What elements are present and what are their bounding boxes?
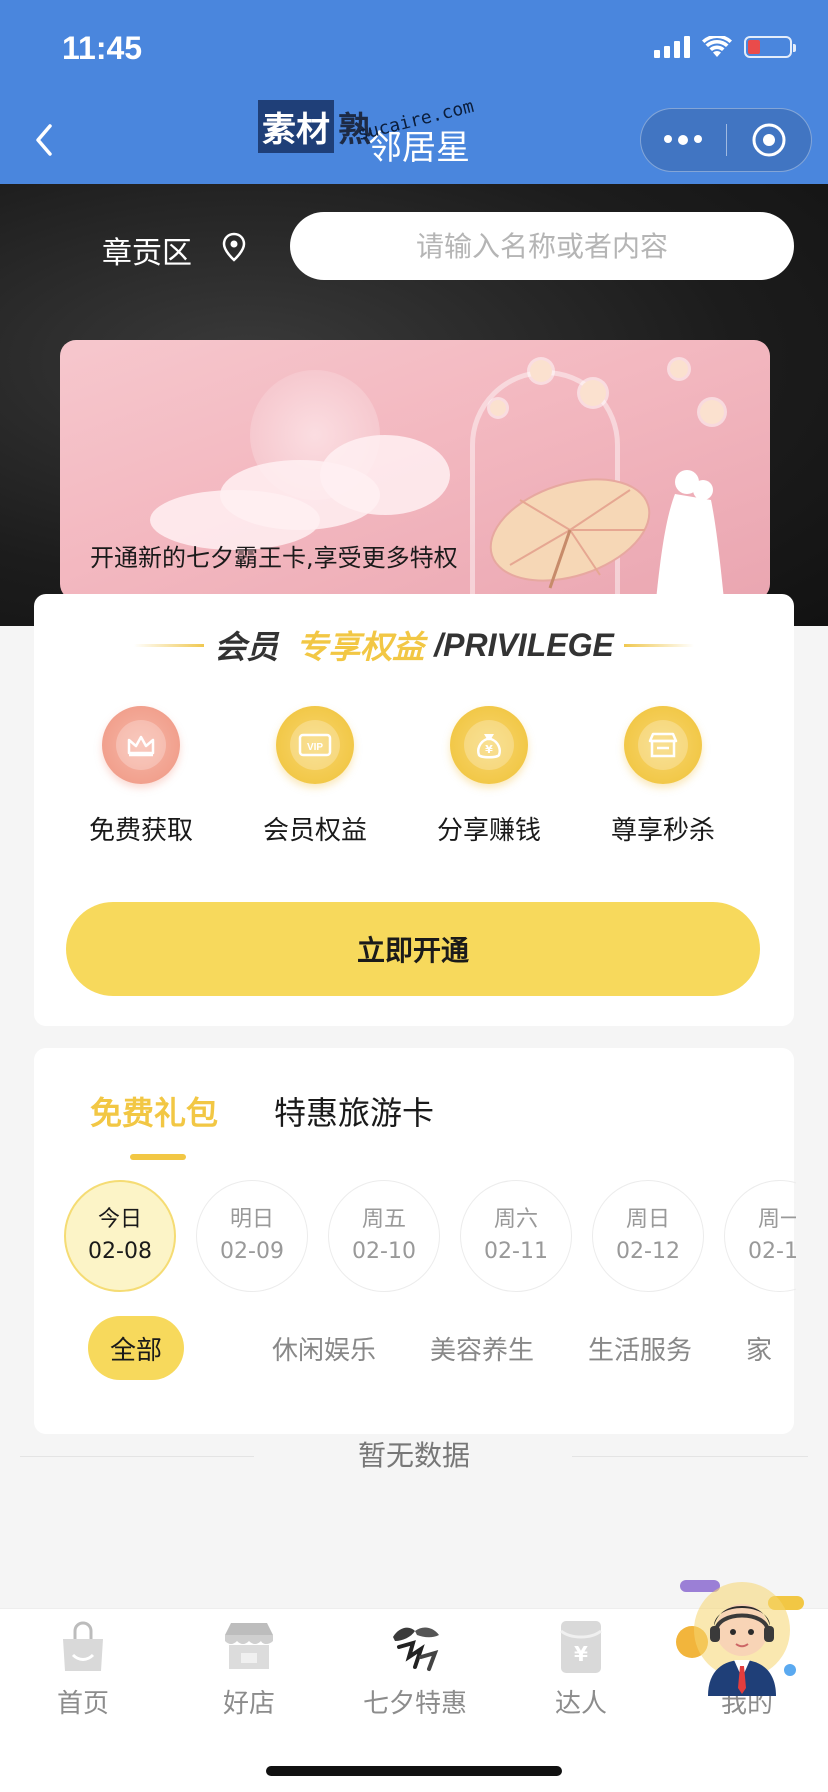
tab-home[interactable]: 首页 bbox=[0, 1617, 166, 1720]
top-bar: 11:45 邻居星 素材 熟 sucaire.com bbox=[0, 0, 828, 184]
date-item[interactable]: 周六 02-11 bbox=[460, 1180, 572, 1292]
status-icons bbox=[654, 36, 796, 58]
shop-icon bbox=[624, 706, 702, 784]
tab-free-gift[interactable]: 免费礼包 bbox=[90, 1088, 218, 1134]
feature-share-earn[interactable]: ¥ 分享赚钱 bbox=[402, 706, 576, 847]
open-membership-button[interactable]: 立即开通 bbox=[66, 902, 760, 996]
tab-active-indicator bbox=[130, 1154, 186, 1160]
search-input[interactable] bbox=[290, 212, 794, 280]
privilege-title: 会员 专享权益 /PRIVILEGE bbox=[34, 620, 794, 670]
promo-banner[interactable]: 开通新的七夕霸王卡,享受更多特权 bbox=[60, 340, 770, 600]
miniprogram-capsule bbox=[640, 108, 812, 172]
vip-card-icon: VIP bbox=[276, 706, 354, 784]
date-item[interactable]: 周五 02-10 bbox=[328, 1180, 440, 1292]
watermark-logo: 素材 bbox=[258, 100, 334, 153]
svg-text:¥: ¥ bbox=[574, 1642, 588, 1666]
category-all[interactable]: 全部 bbox=[88, 1316, 185, 1380]
tab-travel-card[interactable]: 特惠旅游卡 bbox=[274, 1088, 434, 1134]
feature-free-get[interactable]: 免费获取 bbox=[54, 706, 228, 847]
district-selector[interactable]: 章贡区 bbox=[102, 228, 192, 272]
date-item[interactable]: 今日 02-08 bbox=[64, 1180, 176, 1292]
wifi-icon bbox=[702, 36, 732, 57]
empty-state: 暂无数据 bbox=[20, 1430, 808, 1480]
close-target-icon[interactable] bbox=[727, 122, 812, 158]
umbrella-illustration bbox=[489, 478, 651, 589]
qixi-logo-icon bbox=[393, 1627, 439, 1671]
banner-caption: 开通新的七夕霸王卡,享受更多特权 bbox=[90, 544, 458, 572]
empty-text: 暂无数据 bbox=[357, 1439, 470, 1472]
category-beauty[interactable]: 美容养生 bbox=[430, 1316, 534, 1380]
svg-text:¥: ¥ bbox=[485, 743, 493, 756]
storefront-icon bbox=[225, 1623, 273, 1669]
feature-flash-sale[interactable]: 尊享秒杀 bbox=[576, 706, 750, 847]
date-item[interactable]: 周日 02-12 bbox=[592, 1180, 704, 1292]
location-pin-icon[interactable] bbox=[220, 232, 248, 262]
category-leisure[interactable]: 休闲娱乐 bbox=[272, 1316, 376, 1380]
shopping-bag-icon bbox=[63, 1621, 103, 1671]
feature-member-rights[interactable]: VIP 会员权益 bbox=[228, 706, 402, 847]
more-icon[interactable] bbox=[641, 135, 726, 145]
gift-card: 免费礼包 特惠旅游卡 今日 02-08 明日 02-09 周五 02-10 周六… bbox=[34, 1048, 796, 1434]
back-arrow-icon[interactable] bbox=[30, 120, 60, 160]
category-filter: 全部 休闲娱乐 美容养生 生活服务 家 bbox=[88, 1316, 774, 1380]
date-item[interactable]: 明日 02-09 bbox=[196, 1180, 308, 1292]
tab-qixi-deals[interactable]: 七夕特惠 bbox=[332, 1617, 498, 1720]
category-life-service[interactable]: 生活服务 bbox=[588, 1316, 692, 1380]
privilege-card: 会员 专享权益 /PRIVILEGE 免费获取 VIP 会员权益 ¥ 分享赚钱 … bbox=[34, 594, 794, 1026]
category-home[interactable]: 家 bbox=[746, 1316, 772, 1380]
watermark: 素材 熟 sucaire.com bbox=[258, 96, 476, 153]
yuan-document-icon: ¥ bbox=[560, 1621, 602, 1673]
date-selector: 今日 02-08 明日 02-09 周五 02-10 周六 02-11 周日 0… bbox=[64, 1180, 796, 1296]
crown-icon bbox=[102, 706, 180, 784]
tab-experts[interactable]: ¥ 达人 bbox=[498, 1617, 664, 1720]
cellular-signal-icon bbox=[654, 36, 690, 58]
couple-silhouette bbox=[656, 470, 724, 600]
money-bag-icon: ¥ bbox=[450, 706, 528, 784]
home-indicator bbox=[266, 1766, 562, 1776]
status-time: 11:45 bbox=[62, 30, 143, 66]
date-item[interactable]: 周一 02-13 bbox=[724, 1180, 796, 1292]
privilege-features: 免费获取 VIP 会员权益 ¥ 分享赚钱 尊享秒杀 bbox=[34, 706, 794, 847]
battery-icon bbox=[744, 36, 796, 58]
customer-service-icon[interactable] bbox=[672, 1560, 812, 1700]
tab-good-shops[interactable]: 好店 bbox=[166, 1617, 332, 1720]
svg-text:VIP: VIP bbox=[307, 742, 323, 753]
